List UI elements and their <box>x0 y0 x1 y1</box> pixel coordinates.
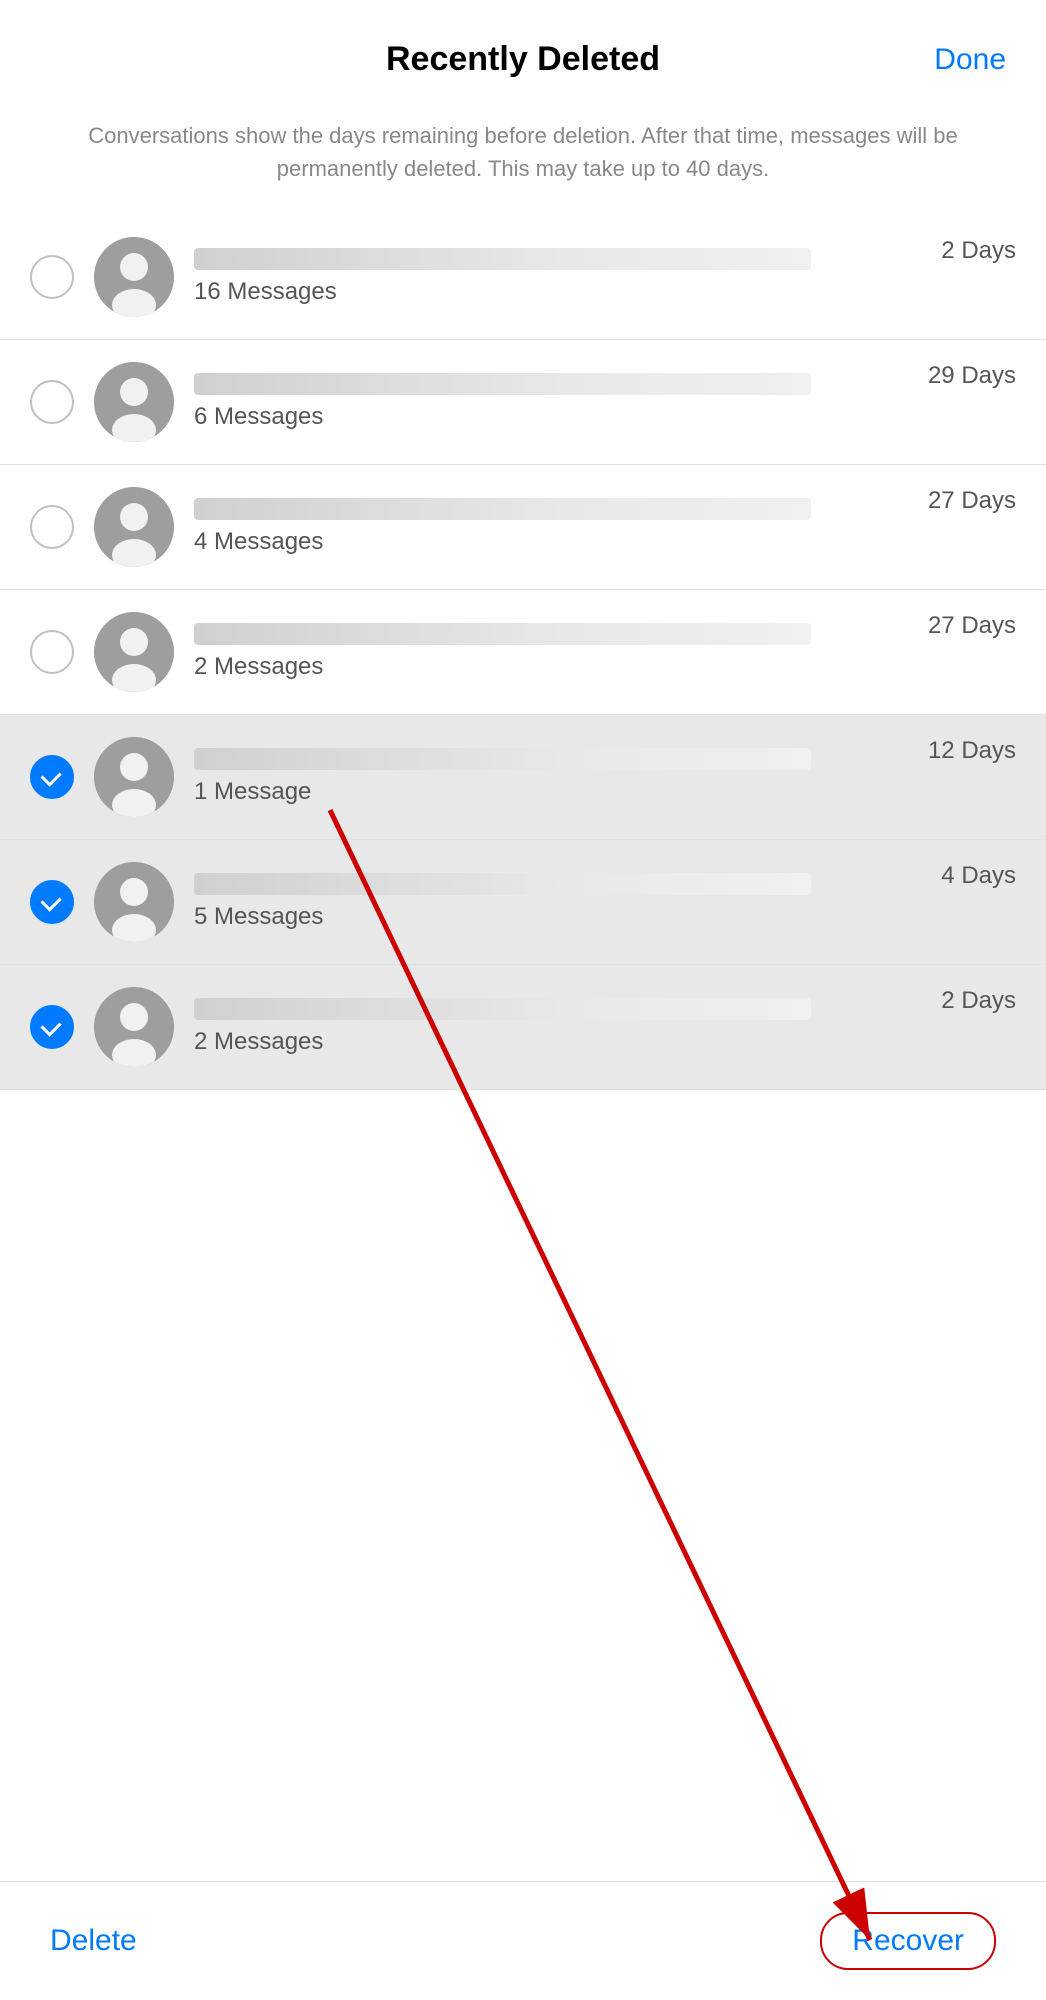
message-count: 16 Messages <box>194 278 1016 306</box>
name-bar <box>194 873 811 895</box>
radio-button-3[interactable] <box>30 505 74 549</box>
days-remaining: 29 Days <box>928 362 1016 390</box>
subtitle-text: Conversations show the days remaining be… <box>0 99 1046 215</box>
name-bar <box>194 373 811 395</box>
list-item[interactable]: 2 Messages 2 Days <box>0 965 1046 1090</box>
avatar <box>94 487 174 567</box>
name-bar <box>194 998 811 1020</box>
list-item[interactable]: 4 Messages 27 Days <box>0 465 1046 590</box>
list-item[interactable]: 5 Messages 4 Days <box>0 840 1046 965</box>
bottom-toolbar: Delete Recover <box>0 1881 1046 2000</box>
avatar <box>94 737 174 817</box>
radio-button-2[interactable] <box>30 380 74 424</box>
name-bar <box>194 623 811 645</box>
days-remaining: 4 Days <box>941 862 1016 890</box>
list-item[interactable]: 2 Messages 27 Days <box>0 590 1046 715</box>
page-container: Recently Deleted Done Conversations show… <box>0 0 1046 2000</box>
done-button[interactable]: Done <box>934 43 1006 77</box>
item-info: 1 Message <box>194 748 1016 806</box>
avatar <box>94 237 174 317</box>
item-info: 4 Messages <box>194 498 1016 556</box>
avatar <box>94 362 174 442</box>
message-count: 2 Messages <box>194 653 1016 681</box>
avatar <box>94 862 174 942</box>
name-bar <box>194 748 811 770</box>
item-info: 2 Messages <box>194 623 1016 681</box>
radio-button-4[interactable] <box>30 630 74 674</box>
message-count: 1 Message <box>194 778 1016 806</box>
name-bar <box>194 248 811 270</box>
days-remaining: 2 Days <box>941 237 1016 265</box>
message-count: 6 Messages <box>194 403 1016 431</box>
item-info: 5 Messages <box>194 873 1016 931</box>
header: Recently Deleted Done <box>0 0 1046 99</box>
recover-button[interactable]: Recover <box>820 1912 996 1970</box>
item-info: 16 Messages <box>194 248 1016 306</box>
item-info: 6 Messages <box>194 373 1016 431</box>
list-item[interactable]: 6 Messages 29 Days <box>0 340 1046 465</box>
list-item[interactable]: 1 Message 12 Days <box>0 715 1046 840</box>
delete-button[interactable]: Delete <box>50 1924 137 1958</box>
days-remaining: 27 Days <box>928 612 1016 640</box>
message-count: 4 Messages <box>194 528 1016 556</box>
item-info: 2 Messages <box>194 998 1016 1056</box>
message-count: 5 Messages <box>194 903 1016 931</box>
avatar <box>94 612 174 692</box>
radio-button-5[interactable] <box>30 755 74 799</box>
deleted-list: 16 Messages 2 Days 6 Messages 29 Days 4 Me… <box>0 215 1046 1881</box>
radio-button-1[interactable] <box>30 255 74 299</box>
name-bar <box>194 498 811 520</box>
days-remaining: 27 Days <box>928 487 1016 515</box>
days-remaining: 2 Days <box>941 987 1016 1015</box>
avatar <box>94 987 174 1067</box>
list-item[interactable]: 16 Messages 2 Days <box>0 215 1046 340</box>
radio-button-6[interactable] <box>30 880 74 924</box>
page-title: Recently Deleted <box>386 40 660 79</box>
radio-button-7[interactable] <box>30 1005 74 1049</box>
days-remaining: 12 Days <box>928 737 1016 765</box>
message-count: 2 Messages <box>194 1028 1016 1056</box>
